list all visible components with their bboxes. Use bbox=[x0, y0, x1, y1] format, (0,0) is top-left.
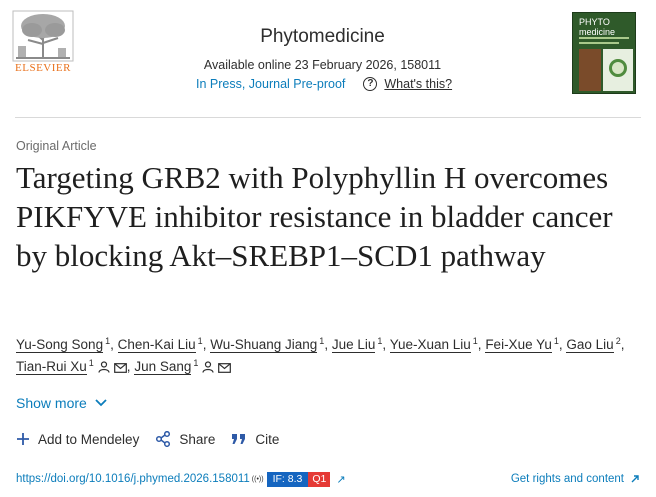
impact-factor-badge[interactable]: IF: 8.3 bbox=[266, 471, 309, 487]
affiliation-marker: 1 bbox=[88, 357, 94, 368]
show-more-label: Show more bbox=[16, 395, 87, 411]
article-footer-row: https://doi.org/10.1016/j.phymed.2026.15… bbox=[16, 471, 640, 487]
journal-name-link[interactable]: Phytomedicine bbox=[150, 26, 495, 48]
author-link[interactable]: Gao Liu 2 bbox=[566, 336, 621, 353]
get-rights-label: Get rights and content bbox=[510, 473, 624, 485]
author-separator: , bbox=[620, 337, 625, 352]
plus-icon bbox=[17, 433, 29, 445]
person-icon bbox=[202, 361, 214, 373]
in-press-link[interactable]: In Press, Journal Pre-proof bbox=[196, 77, 345, 91]
external-link-icon[interactable]: ↗ bbox=[336, 473, 345, 486]
author-link[interactable]: Yu-Song Song 1 bbox=[16, 336, 110, 353]
author-separator: , bbox=[324, 337, 329, 352]
get-rights-link[interactable]: Get rights and content bbox=[511, 473, 640, 485]
article-title: Targeting GRB2 with Polyphyllin H overco… bbox=[16, 160, 613, 273]
author-separator: , bbox=[202, 337, 207, 352]
author-separator: , bbox=[558, 337, 563, 352]
author-link[interactable]: Tian-Rui Xu 1 bbox=[16, 357, 127, 375]
cover-photo bbox=[603, 49, 633, 91]
author-name: Jun Sang bbox=[134, 359, 192, 375]
add-to-mendeley-button[interactable]: Add to Mendeley bbox=[16, 432, 139, 447]
availability-text: Available online 23 February 2026, 15801… bbox=[203, 58, 442, 72]
journal-cover-image[interactable]: PHYTO medicine bbox=[572, 12, 636, 94]
author-name: Yu-Song Song bbox=[16, 337, 104, 353]
author-name: Fei-Xue Yu bbox=[485, 337, 552, 353]
external-link-icon bbox=[631, 475, 639, 483]
elsevier-tree-icon bbox=[12, 10, 74, 62]
author-name: Chen-Kai Liu bbox=[117, 337, 196, 353]
open-access-icon: ((•)) bbox=[251, 475, 264, 483]
author-link[interactable]: Yue-Xuan Liu 1 bbox=[389, 336, 478, 353]
author-list: Yu-Song Song 1, Chen-Kai Liu 1, Wu-Shuang … bbox=[16, 334, 646, 378]
cover-title-line-2: medicine bbox=[579, 27, 616, 37]
author-separator: , bbox=[110, 337, 114, 352]
article-header: ELSEVIER Phytomedicine Available online … bbox=[0, 0, 656, 112]
cover-title-line-1: PHYTO bbox=[579, 17, 610, 27]
article-actions: Add to Mendeley Share Cite bbox=[16, 431, 295, 447]
author-link[interactable]: Wu-Shuang Jiang 1 bbox=[210, 336, 324, 353]
journal-info: Phytomedicine Available online 23 Februa… bbox=[150, 26, 495, 72]
person-icon bbox=[98, 361, 110, 373]
author-separator: , bbox=[477, 337, 482, 352]
cover-decoration bbox=[579, 37, 629, 39]
affiliation-marker: 1 bbox=[193, 357, 199, 368]
author-name: Tian-Rui Xu bbox=[16, 359, 87, 375]
author-link[interactable]: Chen-Kai Liu 1 bbox=[117, 336, 203, 353]
author-separator: , bbox=[382, 337, 387, 352]
cover-title: PHYTO medicine bbox=[579, 17, 615, 37]
cite-button[interactable]: Cite bbox=[231, 432, 279, 447]
header-divider bbox=[15, 117, 641, 118]
mail-icon bbox=[218, 363, 232, 373]
share-button[interactable]: Share bbox=[155, 431, 215, 447]
quartile-badge[interactable]: Q1 bbox=[308, 471, 331, 487]
author-name: Wu-Shuang Jiang bbox=[210, 337, 318, 353]
author-link[interactable]: Jun Sang 1 bbox=[134, 357, 232, 375]
author-name: Yue-Xuan Liu bbox=[389, 337, 471, 353]
chevron-down-icon bbox=[95, 399, 107, 407]
elsevier-wordmark: ELSEVIER bbox=[15, 62, 71, 74]
share-label: Share bbox=[179, 431, 216, 447]
cover-photo bbox=[579, 49, 601, 91]
whats-this-label: What's this? bbox=[384, 77, 453, 91]
author-link[interactable]: Jue Liu 1 bbox=[331, 336, 382, 353]
author-link[interactable]: Fei-Xue Yu 1 bbox=[485, 336, 559, 353]
question-icon: ? bbox=[363, 77, 378, 91]
quote-icon bbox=[232, 434, 246, 444]
add-to-mendeley-label: Add to Mendeley bbox=[38, 431, 140, 447]
author-separator: , bbox=[126, 359, 131, 374]
author-name: Jue Liu bbox=[331, 337, 376, 353]
cover-decoration bbox=[579, 42, 619, 44]
share-icon bbox=[156, 431, 171, 447]
show-more-button[interactable]: Show more bbox=[16, 395, 107, 411]
whats-this-button[interactable]: ? What's this? bbox=[363, 77, 452, 91]
doi-link[interactable]: https://doi.org/10.1016/j.phymed.2026.15… bbox=[16, 473, 250, 485]
author-name: Gao Liu bbox=[566, 337, 614, 353]
mail-icon bbox=[113, 363, 127, 373]
cite-label: Cite bbox=[255, 431, 280, 447]
article-status-row: In Press, Journal Pre-proof ? What's thi… bbox=[196, 77, 452, 91]
article-type-label: Original Article bbox=[16, 139, 97, 153]
